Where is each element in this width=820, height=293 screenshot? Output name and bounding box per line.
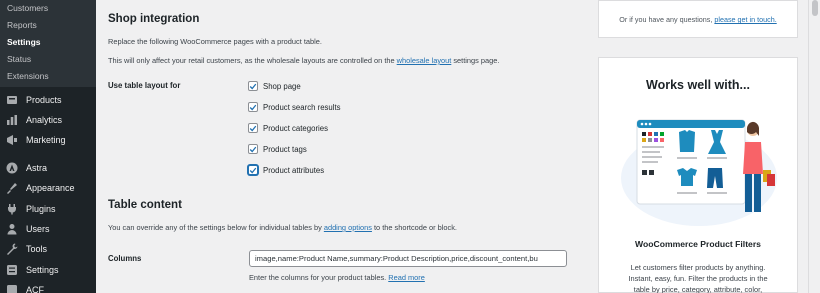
wholesale-note: This will only affect your retail custom… [108, 56, 499, 65]
products-icon [5, 93, 19, 107]
shop-integration-description: Replace the following WooCommerce pages … [108, 37, 322, 46]
appearance-icon [5, 181, 19, 195]
submenu-item-reports[interactable]: Reports [7, 20, 37, 31]
sidebar-item-tools[interactable]: Tools [0, 239, 96, 259]
product-filters-illustration [621, 119, 777, 226]
sidebar-item-label: Plugins [26, 204, 56, 214]
works-well-with-card: Works well with... WooCommerce Product F… [598, 57, 798, 293]
table-content-heading: Table content [108, 199, 182, 211]
checkbox-product-attributes[interactable]: Product attributes [248, 164, 324, 176]
product-desc-line: table by price, category, attribute, col… [633, 285, 763, 293]
table-layout-label: Use table layout for [108, 81, 181, 90]
checkbox-label: Product attributes [263, 165, 325, 175]
help-text-prefix: Or if you have any questions, [619, 15, 715, 24]
checkbox-label: Shop page [263, 81, 301, 91]
table-content-text: You can override any of the settings bel… [108, 223, 324, 232]
tools-icon [5, 242, 19, 256]
columns-help: Enter the columns for your product table… [249, 273, 425, 282]
submenu-item-extensions[interactable]: Extensions [7, 71, 49, 82]
checkbox-icon[interactable] [248, 144, 258, 154]
admin-sidebar: Customers Reports Settings Status Extens… [0, 0, 96, 293]
help-card: Or if you have any questions, please get… [598, 0, 798, 38]
sidebar-item-label: Products [26, 95, 62, 105]
acf-icon [5, 283, 19, 293]
adding-options-link[interactable]: adding options [324, 223, 372, 232]
table-content-description: You can override any of the settings bel… [108, 223, 457, 232]
sidebar-item-label: Astra [26, 163, 48, 173]
settings-main: Shop integration Replace the following W… [96, 0, 586, 293]
get-in-touch-link[interactable]: please get in touch. [714, 15, 776, 24]
checkbox-icon[interactable] [248, 102, 258, 112]
sidebar-item-label: Users [26, 224, 50, 234]
checkbox-icon[interactable] [248, 81, 258, 91]
sidebar-item-acf[interactable]: ACF [0, 280, 96, 293]
checkbox-label: Product categories [263, 123, 329, 133]
read-more-link[interactable]: Read more [388, 273, 425, 282]
analytics-icon [5, 113, 19, 127]
columns-help-text: Enter the columns for your product table… [249, 273, 389, 282]
product-desc-line: Instant, easy, fun. Filter the products … [628, 274, 768, 283]
sidebar-item-users[interactable]: Users [0, 219, 96, 239]
sidebar-item-label: Settings [26, 265, 59, 275]
works-well-with-title: Works well with... [646, 78, 750, 92]
settings-icon [5, 263, 19, 277]
wholesale-note-suffix: settings page. [451, 56, 500, 65]
wholesale-layout-link[interactable]: wholesale layout [397, 56, 452, 65]
checkbox-label: Product tags [263, 144, 307, 154]
submenu-item-status[interactable]: Status [7, 54, 31, 65]
checkbox-icon[interactable] [248, 165, 258, 175]
sidebar-item-astra[interactable]: Astra [0, 158, 96, 178]
sidebar-item-products[interactable]: Products [0, 90, 96, 110]
checkbox-shop-page[interactable]: Shop page [248, 80, 301, 92]
sidebar-item-label: ACF [26, 285, 44, 293]
product-desc-line: Let customers filter products by anythin… [630, 263, 766, 272]
checkbox-product-search[interactable]: Product search results [248, 101, 341, 113]
sidebar-item-settings[interactable]: Settings [0, 260, 96, 280]
submenu-item-settings[interactable]: Settings [7, 37, 41, 48]
columns-input[interactable]: image,name:Product Name,summary:Product … [249, 250, 567, 267]
wholesale-note-text: This will only affect your retail custom… [108, 56, 397, 65]
scrollbar-thumb[interactable] [812, 0, 818, 16]
marketing-icon [5, 133, 19, 147]
table-content-suffix: to the shortcode or block. [371, 223, 457, 232]
scrollbar[interactable] [808, 0, 820, 293]
checkbox-icon[interactable] [248, 123, 258, 133]
checkbox-product-tags[interactable]: Product tags [248, 143, 307, 155]
plugins-icon [5, 202, 19, 216]
woocommerce-submenu: Customers Reports Settings Status Extens… [0, 0, 96, 87]
astra-icon [5, 161, 19, 175]
sidebar-item-marketing[interactable]: Marketing [0, 130, 96, 150]
submenu-item-customers[interactable]: Customers [7, 3, 48, 14]
shop-integration-heading: Shop integration [108, 13, 200, 25]
sidebar-item-label: Marketing [26, 135, 66, 145]
sidebar-item-label: Tools [26, 244, 48, 254]
product-name: WooCommerce Product Filters [635, 239, 761, 249]
help-text: Or if you have any questions, please get… [599, 15, 797, 24]
sidebar-item-label: Analytics [26, 115, 63, 125]
sidebar-item-label: Appearance [26, 183, 75, 193]
checkbox-product-categories[interactable]: Product categories [248, 122, 328, 134]
users-icon [5, 222, 19, 236]
sidebar-item-plugins[interactable]: Plugins [0, 199, 96, 219]
sidebar-item-appearance[interactable]: Appearance [0, 178, 96, 198]
sidebar-item-analytics[interactable]: Analytics [0, 110, 96, 130]
columns-label: Columns [108, 254, 142, 263]
checkbox-label: Product search results [263, 102, 341, 112]
